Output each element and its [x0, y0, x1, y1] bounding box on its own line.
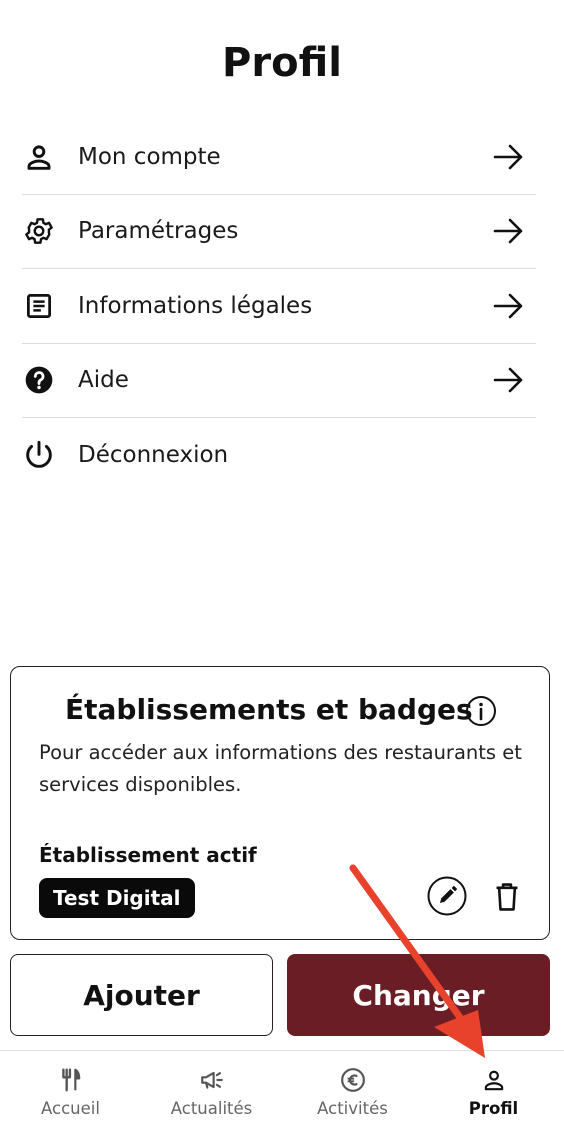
menu-item-label: Déconnexion	[78, 442, 229, 469]
tab-label: Accueil	[41, 1099, 100, 1118]
menu-item-mon-compte[interactable]: Mon compte	[22, 120, 536, 195]
card-title: Établissements et badges	[65, 693, 473, 726]
fork-knife-icon	[58, 1067, 84, 1093]
trash-icon[interactable]	[491, 880, 523, 914]
tab-activites[interactable]: Activités	[282, 1051, 423, 1124]
change-button[interactable]: Changer	[287, 954, 550, 1036]
tab-actualites[interactable]: Actualités	[141, 1051, 282, 1124]
person-icon	[22, 140, 56, 174]
tab-profil[interactable]: Profil	[423, 1051, 564, 1124]
menu-item-informations-legales[interactable]: Informations légales	[22, 269, 536, 344]
menu-item-label: Informations légales	[78, 292, 313, 319]
megaphone-icon	[199, 1067, 225, 1093]
euro-icon	[340, 1067, 366, 1093]
arrow-right-icon	[492, 142, 526, 172]
arrow-right-icon	[492, 216, 526, 246]
gear-icon	[22, 214, 56, 248]
profile-menu: Mon compte Paramétrages Informations lég…	[22, 120, 536, 493]
tab-label: Activités	[317, 1099, 388, 1118]
tab-accueil[interactable]: Accueil	[0, 1051, 141, 1124]
document-icon	[22, 289, 56, 323]
tab-label: Actualités	[170, 1099, 253, 1118]
menu-item-aide[interactable]: Aide	[22, 344, 536, 418]
page-title: Profil	[222, 40, 342, 86]
arrow-right-icon	[492, 291, 526, 321]
active-establishment-label: Établissement actif	[39, 843, 257, 867]
menu-item-parametrages[interactable]: Paramétrages	[22, 195, 536, 269]
arrow-right-icon	[492, 365, 526, 395]
menu-item-deconnexion[interactable]: Déconnexion	[22, 418, 536, 493]
info-icon[interactable]	[465, 695, 497, 727]
power-icon	[22, 438, 56, 472]
card-description: Pour accéder aux informations des restau…	[39, 741, 522, 796]
edit-icon[interactable]	[427, 876, 467, 916]
establishments-card: Établissements et badges Pour accéder au…	[10, 666, 550, 940]
menu-item-label: Mon compte	[78, 143, 221, 170]
bottom-navigation: Accueil Actualités Activités Profil	[0, 1050, 564, 1124]
add-button[interactable]: Ajouter	[10, 954, 273, 1036]
tab-label: Profil	[468, 1099, 519, 1118]
menu-item-label: Aide	[78, 367, 129, 394]
person-icon	[481, 1067, 507, 1093]
active-establishment-badge: Test Digital	[39, 878, 195, 918]
menu-item-label: Paramétrages	[78, 218, 239, 245]
help-icon	[22, 363, 56, 397]
